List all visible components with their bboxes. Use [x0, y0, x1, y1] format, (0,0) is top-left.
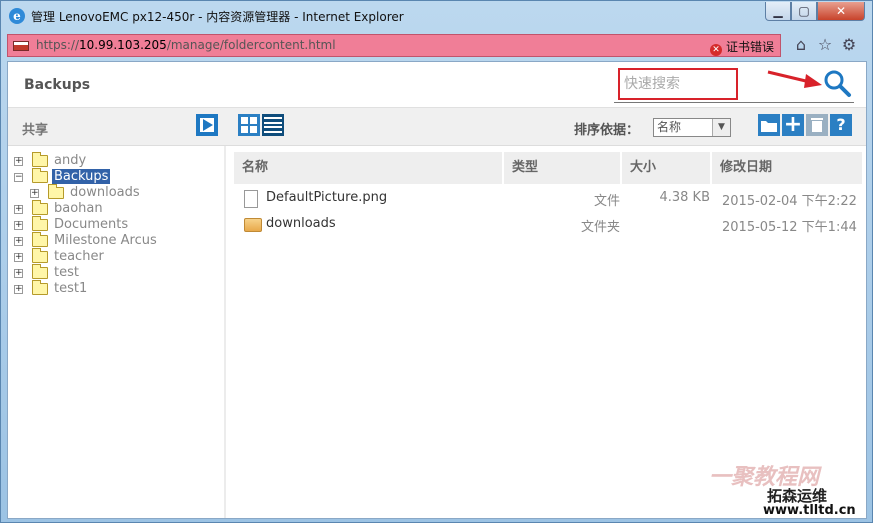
- search-input[interactable]: [620, 70, 736, 98]
- minimize-button[interactable]: ▁: [765, 2, 791, 21]
- table-row[interactable]: downloads 文件夹 2015-05-12 下午1:44: [234, 212, 862, 238]
- page-title: Backups: [24, 77, 91, 93]
- search-underline: [614, 102, 854, 103]
- expand-icon[interactable]: +: [14, 237, 23, 246]
- folder-icon: [32, 280, 48, 295]
- folder-icon: [32, 232, 48, 247]
- maximize-button[interactable]: ▢: [791, 2, 817, 21]
- help-icon[interactable]: ?: [830, 114, 852, 136]
- file-list-header: 名称 类型 大小 修改日期: [234, 152, 862, 184]
- open-folder-icon: [32, 168, 48, 183]
- add-icon[interactable]: +: [782, 114, 804, 136]
- tree-item-label: Backups: [52, 169, 111, 184]
- sort-label: 排序依据：: [574, 123, 640, 138]
- file-type: 文件: [593, 194, 620, 209]
- title-bar[interactable]: e 管理 LenovoEMC px12-450r - 内容资源管理器 - Int…: [1, 1, 872, 31]
- grid-view-icon[interactable]: [238, 114, 260, 136]
- file-date: 2015-02-04 下午2:22: [722, 194, 857, 209]
- address-bar[interactable]: https://10.99.103.205/manage/folderconte…: [7, 34, 781, 57]
- close-button[interactable]: ✕: [817, 2, 865, 21]
- url-host: 10.99.103.205: [79, 38, 167, 52]
- address-row: https://10.99.103.205/manage/folderconte…: [1, 31, 872, 61]
- column-header-date[interactable]: 修改日期: [712, 152, 862, 184]
- chevron-down-icon: ▼: [712, 119, 730, 136]
- tree-item-label: test1: [54, 281, 88, 296]
- file-type: 文件夹: [580, 220, 620, 235]
- search-box-highlight: [618, 68, 738, 100]
- page-header: Backups: [8, 62, 866, 108]
- url-protocol: https://: [36, 38, 80, 52]
- red-arrow-annotation: [767, 70, 822, 88]
- search-icon[interactable]: [822, 68, 852, 98]
- expand-icon[interactable]: +: [14, 269, 23, 278]
- folder-icon: [32, 216, 48, 231]
- address-url[interactable]: https://10.99.103.205/manage/folderconte…: [36, 38, 336, 52]
- tree-item-label: baohan: [54, 201, 103, 216]
- column-header-name[interactable]: 名称: [234, 152, 504, 184]
- expand-icon[interactable]: +: [14, 221, 23, 230]
- expand-icon[interactable]: +: [14, 253, 23, 262]
- file-name: downloads: [266, 216, 336, 231]
- trash-icon[interactable]: [806, 114, 828, 136]
- certificate-error[interactable]: ✕ 证书错误: [710, 38, 774, 56]
- folder-tree: + andy − Backups + downloads + baohan +: [8, 146, 226, 518]
- play-icon[interactable]: [196, 114, 218, 136]
- sort-select[interactable]: 名称 ▼: [653, 118, 731, 137]
- file-size: 4.38 KB: [659, 190, 710, 205]
- expand-icon[interactable]: +: [14, 205, 23, 214]
- column-header-size[interactable]: 大小: [622, 152, 712, 184]
- tree-item-label: downloads: [70, 185, 140, 200]
- cert-error-icon: ✕: [710, 44, 722, 56]
- expand-icon[interactable]: +: [14, 285, 23, 294]
- settings-gear-icon[interactable]: ⚙: [839, 35, 859, 55]
- folder-icon: [48, 184, 64, 199]
- toolbar: 共享 排序依据： 名称 ▼ + ?: [8, 108, 866, 146]
- tree-item-label: Documents: [54, 217, 129, 232]
- file-icon: [244, 190, 258, 208]
- file-date: 2015-05-12 下午1:44: [722, 220, 857, 235]
- file-name: DefaultPicture.png: [266, 190, 388, 205]
- browser-window: e 管理 LenovoEMC px12-450r - 内容资源管理器 - Int…: [0, 0, 873, 523]
- page-content: Backups 共享 排序依据： 名称 ▼: [7, 61, 867, 519]
- tree-item-label: andy: [54, 153, 87, 168]
- sort-selected-value: 名称: [657, 120, 682, 134]
- folder-icon: [32, 152, 48, 167]
- collapse-icon[interactable]: −: [14, 173, 23, 182]
- home-icon[interactable]: ⌂: [791, 35, 811, 55]
- share-label: 共享: [22, 123, 49, 138]
- url-path: /manage/foldercontent.html: [166, 38, 336, 52]
- file-list: 名称 类型 大小 修改日期 DefaultPicture.png 文件 4.38…: [234, 152, 862, 512]
- folder-icon: [244, 218, 262, 232]
- table-row[interactable]: DefaultPicture.png 文件 4.38 KB 2015-02-04…: [234, 186, 862, 212]
- watermark: 一聚教程网 拓森运维 www.tlltd.cn: [701, 459, 871, 519]
- expand-icon[interactable]: +: [14, 157, 23, 166]
- list-view-icon[interactable]: [262, 114, 284, 136]
- open-folder-icon[interactable]: [758, 114, 780, 136]
- expand-icon[interactable]: +: [30, 189, 39, 198]
- folder-icon: [32, 248, 48, 263]
- ie-logo-icon: e: [9, 8, 25, 24]
- window-title: 管理 LenovoEMC px12-450r - 内容资源管理器 - Inter…: [31, 10, 404, 24]
- tree-item-label: test: [54, 265, 79, 280]
- page-icon: [13, 41, 29, 51]
- tree-item-label: Milestone Arcus: [54, 233, 157, 248]
- cert-error-label: 证书错误: [726, 40, 775, 54]
- tree-item-label: teacher: [54, 249, 104, 264]
- folder-icon: [32, 264, 48, 279]
- folder-icon: [32, 200, 48, 215]
- column-header-type[interactable]: 类型: [504, 152, 622, 184]
- favorites-star-icon[interactable]: ☆: [815, 35, 835, 55]
- watermark-url: www.tlltd.cn: [763, 503, 856, 518]
